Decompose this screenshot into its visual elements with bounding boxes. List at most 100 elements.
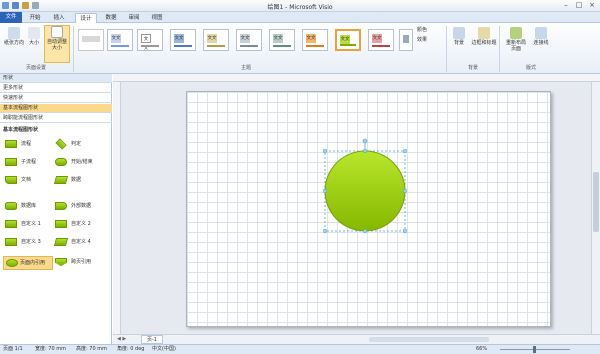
tab-review[interactable]: 审阅: [125, 13, 143, 23]
page-tab[interactable]: 页-1: [141, 335, 163, 344]
vertical-ruler: [113, 82, 121, 344]
window-title: 绘图1 - Microsoft Visio: [267, 4, 333, 11]
theme-bar: [174, 45, 192, 47]
resize-handle[interactable]: [323, 189, 327, 193]
selected-circle-shape[interactable]: [320, 136, 410, 236]
colors-button[interactable]: 颜色: [417, 27, 443, 33]
shape-icon: [55, 258, 67, 266]
relayout-icon: [510, 27, 522, 39]
borders-titles-button[interactable]: 边框和标题: [471, 27, 497, 46]
theme-bar: [403, 35, 409, 43]
status-page: 页面 1/1: [3, 346, 23, 352]
divider: [73, 26, 74, 72]
shapes-panel: 形状 更多形状 快速形状 基本流程图形状 跨职能流程图形状 基本流程图形状 流程…: [0, 74, 112, 344]
effects-button[interactable]: 效果: [417, 37, 443, 43]
theme-bar: [306, 45, 324, 47]
ribbon-tabs: 文件 开始 插入 设计 数据 审阅 视图: [0, 12, 600, 24]
tab-data[interactable]: 数据: [102, 13, 120, 23]
page-nav-icon[interactable]: ◀ ▶: [117, 336, 126, 342]
more-shapes[interactable]: 更多形状: [0, 84, 112, 93]
tab-view[interactable]: 视图: [148, 13, 166, 23]
zoom-slider-thumb[interactable]: [533, 346, 536, 353]
minimize-icon[interactable]: –: [560, 1, 572, 10]
autofit-button[interactable]: 自动调整 大小: [44, 25, 70, 63]
theme-group-label: 主题: [240, 65, 251, 71]
theme-bar: [141, 45, 159, 47]
shape-icon: [53, 176, 69, 184]
shape-icon: [5, 220, 17, 228]
shape-icon: [5, 140, 17, 148]
shape-icon: [55, 138, 67, 150]
horizontal-scrollbar[interactable]: [369, 337, 489, 342]
vertical-scrollbar[interactable]: [591, 82, 600, 334]
theme-7[interactable]: 文文: [302, 29, 328, 51]
theme-6[interactable]: 文文: [269, 29, 295, 51]
theme-bar: [273, 45, 291, 47]
theme-bar: [372, 45, 390, 47]
shapes-panel-title: 形状: [0, 74, 112, 83]
tab-insert[interactable]: 插入: [50, 13, 68, 23]
horizontal-ruler: [113, 74, 600, 82]
shape-icon: [5, 202, 17, 210]
theme-2[interactable]: 文文: [137, 29, 163, 51]
page-setup-group-label: 页面设置: [25, 65, 46, 71]
relayout-button[interactable]: 重新布局 页面: [503, 27, 529, 52]
tab-home[interactable]: 开始: [26, 13, 44, 23]
shape-icon: [6, 259, 18, 267]
autofit-icon: [51, 26, 63, 38]
resize-handle[interactable]: [403, 149, 407, 153]
page-tab-bar: ◀ ▶ 页-1: [113, 334, 600, 344]
shape-on-page-reference[interactable]: 页面内引用: [3, 256, 53, 270]
shape-icon: [55, 202, 67, 210]
ribbon: 纸张方向 大小 自动调整 大小 页面设置 文文 文文 文文 文文 文文 文文 文…: [0, 23, 600, 74]
maximize-icon[interactable]: □: [573, 1, 585, 10]
theme-bar: [111, 45, 129, 47]
status-language[interactable]: 中文(中国): [152, 345, 176, 354]
resize-handle[interactable]: [363, 149, 367, 153]
stencil-cross-functional[interactable]: 跨职能流程图形状: [0, 114, 112, 123]
shape-icon: [5, 238, 17, 246]
theme-4[interactable]: 文文: [203, 29, 229, 51]
quick-shapes[interactable]: 快速形状: [0, 94, 112, 103]
orientation-button[interactable]: 纸张方向: [3, 27, 25, 46]
shape-icon: [55, 158, 67, 166]
theme-9[interactable]: 文文: [368, 29, 394, 51]
resize-handle[interactable]: [363, 229, 367, 233]
divider: [446, 26, 447, 72]
theme-3[interactable]: 文文: [170, 29, 196, 51]
background-group-label: 背景: [467, 65, 478, 71]
theme-10[interactable]: [399, 29, 413, 51]
close-icon[interactable]: ×: [586, 1, 598, 10]
background-button[interactable]: 背景: [449, 27, 469, 46]
shape-icon: [55, 220, 67, 228]
resize-handle[interactable]: [403, 189, 407, 193]
drawing-canvas[interactable]: ◀ ▶ 页-1: [113, 74, 600, 344]
title-bar: 绘图1 - Microsoft Visio – □ ×: [0, 0, 600, 12]
resize-handle[interactable]: [323, 149, 327, 153]
theme-8-selected[interactable]: 文文: [335, 29, 361, 51]
tab-file[interactable]: 文件: [0, 12, 22, 23]
rotation-handle[interactable]: [362, 138, 368, 144]
theme-bar: [207, 45, 225, 47]
zoom-level[interactable]: 66%: [476, 345, 487, 354]
theme-5[interactable]: 文文: [236, 29, 262, 51]
stencil-section-title: 基本流程图形状: [3, 127, 39, 133]
resize-handle[interactable]: [403, 229, 407, 233]
size-button[interactable]: 大小: [26, 27, 42, 46]
theme-1[interactable]: 文文: [107, 29, 133, 51]
resize-handle[interactable]: [323, 229, 327, 233]
circle[interactable]: [324, 150, 406, 232]
orientation-icon: [8, 27, 20, 39]
theme-bar: [240, 45, 258, 47]
vertical-scroll-thumb[interactable]: [593, 172, 599, 232]
status-height: 高度: 70 mm: [76, 346, 107, 352]
borders-titles-icon: [478, 27, 490, 39]
status-width: 宽度: 70 mm: [35, 346, 66, 352]
theme-bar: [340, 44, 356, 46]
divider: [499, 26, 500, 72]
theme-none[interactable]: [78, 29, 104, 51]
connectors-button[interactable]: 连接线: [531, 27, 551, 46]
shape-icon: [5, 176, 17, 184]
stencil-basic-flowchart[interactable]: 基本流程图形状: [0, 104, 112, 113]
shape-icon: [53, 238, 69, 246]
